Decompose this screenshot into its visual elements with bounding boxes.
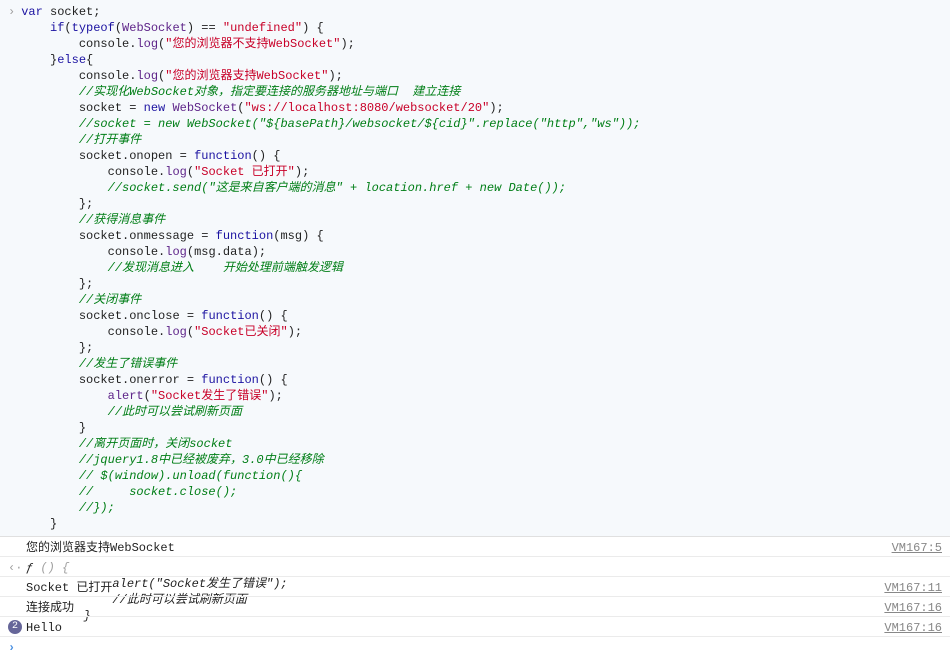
- object-console: console: [79, 37, 129, 51]
- log-source-link[interactable]: VM167:16: [874, 620, 942, 636]
- log-message: 您的浏览器支持WebSocket: [26, 540, 882, 556]
- log-source-link[interactable]: VM167:16: [874, 600, 942, 616]
- string-socket-open: "Socket 已打开": [194, 165, 295, 179]
- string-supported: "您的浏览器支持WebSocket": [165, 69, 328, 83]
- fn-alert: alert: [108, 389, 144, 403]
- comment-unload-1: // $(window).unload(function(){: [79, 469, 302, 483]
- keyword-function: function: [201, 373, 259, 387]
- fn-parens: () {: [40, 561, 69, 575]
- prop-onclose: onclose: [129, 309, 179, 323]
- prop-data: data: [223, 245, 252, 259]
- comment-msg-event: //获得消息事件: [79, 213, 165, 227]
- fn-log: log: [165, 245, 187, 259]
- identifier-socket: socket: [79, 373, 122, 387]
- param-msg: msg: [280, 229, 302, 243]
- log-row[interactable]: 连接成功 VM167:16: [0, 597, 950, 617]
- comment-error-event: //发生了错误事件: [79, 357, 177, 371]
- comment-socket-send: //socket.send("这是来自客户端的消息" + location.hr…: [108, 181, 566, 195]
- devtools-console: › var socket; if(typeof(WebSocket) == "u…: [0, 0, 950, 650]
- identifier-socket: socket: [79, 229, 122, 243]
- log-message: 连接成功: [26, 600, 874, 616]
- comment-unload-2: // socket.close();: [79, 485, 237, 499]
- prop-onmessage: onmessage: [129, 229, 194, 243]
- log-row-return-value[interactable]: ‹· ƒ () { alert("Socket发生了错误"); //此时可以尝试…: [0, 557, 950, 577]
- identifier-socket: socket: [50, 5, 93, 19]
- console-prompt[interactable]: ›: [0, 637, 950, 659]
- log-row[interactable]: 2 Hello VM167:16: [0, 617, 950, 637]
- comment-retry: //此时可以尝试刷新页面: [108, 405, 242, 419]
- string-undefined: "undefined": [223, 21, 302, 35]
- string-wsurl: "ws://localhost:8080/websocket/20": [244, 101, 489, 115]
- code-area: var socket; if(typeof(WebSocket) == "und…: [21, 4, 950, 532]
- keyword-function: function: [216, 229, 274, 243]
- object-console: console: [108, 245, 158, 259]
- identifier-socket: socket: [79, 149, 122, 163]
- object-console: console: [79, 69, 129, 83]
- keyword-if: if: [50, 21, 64, 35]
- fn-log: log: [165, 165, 187, 179]
- log-row[interactable]: 您的浏览器支持WebSocket VM167:5: [0, 537, 950, 557]
- fn-log: log: [165, 325, 187, 339]
- keyword-else: else: [57, 53, 86, 67]
- fn-log: log: [136, 37, 158, 51]
- prompt-chevron-icon: ›: [8, 640, 15, 656]
- fn-log: log: [136, 69, 158, 83]
- identifier-socket: socket: [79, 309, 122, 323]
- string-socket-error: "Socket发生了错误": [151, 389, 269, 403]
- comment-unload-3: //});: [79, 501, 115, 515]
- identifier-socket: socket: [79, 101, 122, 115]
- param-msg: msg: [194, 245, 216, 259]
- input-prompt-icon: ›: [8, 4, 15, 20]
- repeat-count-badge: 2: [8, 620, 22, 634]
- log-row[interactable]: Socket 已打开 VM167:11: [0, 577, 950, 597]
- keyword-function: function: [201, 309, 259, 323]
- object-console: console: [108, 325, 158, 339]
- keyword-new: new: [144, 101, 166, 115]
- code-input-block[interactable]: › var socket; if(typeof(WebSocket) == "u…: [0, 0, 950, 537]
- log-source-link[interactable]: VM167:11: [874, 580, 942, 596]
- class-websocket: WebSocket: [172, 101, 237, 115]
- comment-socket-alt: //socket = new WebSocket("${basePath}/we…: [79, 117, 641, 131]
- fn-symbol: ƒ: [26, 561, 40, 575]
- string-unsupported: "您的浏览器不支持WebSocket": [165, 37, 340, 51]
- log-source-link[interactable]: VM167:5: [882, 540, 942, 556]
- comment-open-event: //打开事件: [79, 133, 141, 147]
- keyword-function: function: [194, 149, 252, 163]
- keyword-var: var: [21, 5, 43, 19]
- return-arrow-icon: ‹·: [8, 560, 22, 576]
- comment-msg-handle: //发现消息进入 开始处理前端触发逻辑: [108, 261, 343, 275]
- comment-instantiate: //实现化WebSocket对象，指定要连接的服务器地址与端口 建立连接: [79, 85, 461, 99]
- comment-leave-page: //离开页面时，关闭socket: [79, 437, 233, 451]
- keyword-typeof: typeof: [72, 21, 115, 35]
- comment-close-event: //关闭事件: [79, 293, 141, 307]
- prop-onerror: onerror: [129, 373, 179, 387]
- object-console: console: [108, 165, 158, 179]
- comment-jquery: //jquery1.8中已经被废弃，3.0中已经移除: [79, 453, 324, 467]
- log-message: Hello: [26, 620, 874, 636]
- prop-onopen: onopen: [129, 149, 172, 163]
- string-socket-closed: "Socket已关闭": [194, 325, 288, 339]
- log-message: Socket 已打开: [26, 580, 874, 596]
- class-websocket: WebSocket: [122, 21, 187, 35]
